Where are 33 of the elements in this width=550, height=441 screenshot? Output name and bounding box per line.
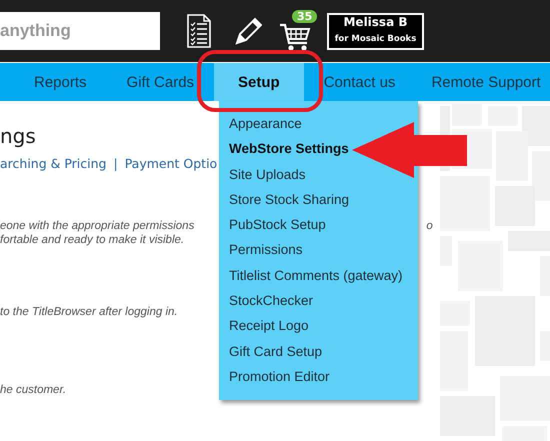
menu-item[interactable]: Gift Card Setup [219,338,322,364]
menu-item[interactable]: Promotion Editor [219,364,330,390]
nav-tab[interactable]: Setup [214,63,304,101]
menu-item[interactable]: Permissions [219,237,303,263]
edit-button[interactable] [234,16,262,46]
help-text: to the TitleBrowser after logging in. [0,305,178,319]
menu-item[interactable]: Store Stock Sharing [219,186,350,212]
account-button[interactable]: Melissa B for Mosaic Books [327,12,424,50]
help-text: o [426,219,433,233]
checklist-icon [186,14,212,48]
menu-item[interactable]: WebStore Settings [219,136,349,162]
nav-tab[interactable]: Gift Cards [106,63,214,101]
checklist-button[interactable] [186,14,212,48]
cart-count-badge: 35 [292,10,318,23]
settings-link[interactable]: arching & Pricing [0,156,106,171]
settings-link[interactable]: Payment Optio [124,156,218,171]
menu-item[interactable]: Receipt Logo [219,313,309,339]
menu-item[interactable]: Appearance [219,111,302,136]
menu-item[interactable]: Titlelist Comments (gateway) [219,262,403,288]
nav-tab[interactable]: Reports [14,63,107,101]
nav-tab[interactable]: Contact us [304,63,416,101]
help-text: eone with the appropriate permissions [0,219,194,233]
menu-item[interactable]: Site Uploads [219,162,306,187]
help-text: he customer. [0,383,66,397]
link-separator: | [113,156,118,171]
search-field[interactable]: anything [0,12,160,50]
menu-item[interactable]: StockChecker [219,288,314,314]
menu-item[interactable]: PubStock Setup [219,212,326,238]
page-title: ngs [0,123,36,150]
arrow-icon [352,122,468,178]
help-text: fortable and ready to make it visible. [0,233,184,247]
pencil-icon [234,16,262,46]
nav-tab[interactable]: Remote Support [415,63,541,101]
